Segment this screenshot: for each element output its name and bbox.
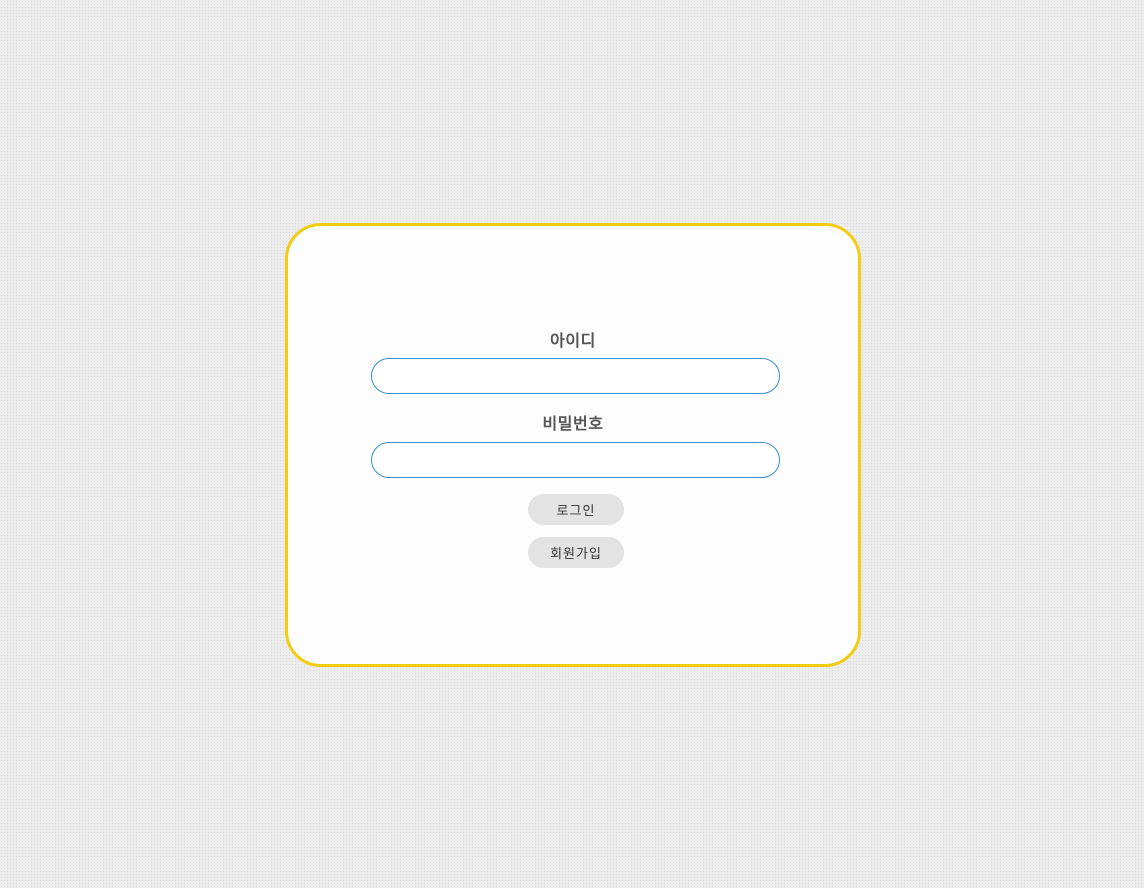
password-label: 비밀번호 [542, 414, 604, 433]
login-card: 아이디 비밀번호 로그인 회원가입 [285, 223, 861, 667]
id-label: 아이디 [550, 331, 596, 350]
password-input[interactable] [371, 442, 780, 478]
login-button[interactable]: 로그인 [528, 494, 624, 525]
id-input[interactable] [371, 358, 780, 394]
signup-button[interactable]: 회원가입 [528, 537, 624, 568]
